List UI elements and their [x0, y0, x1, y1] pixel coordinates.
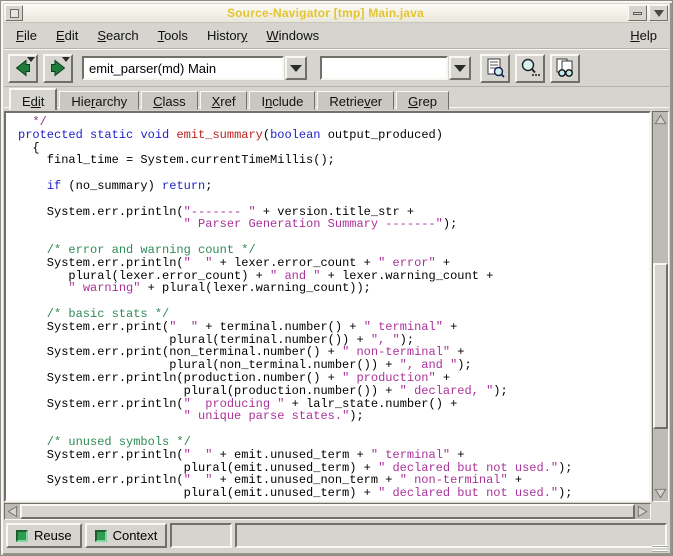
editor-pane: */protected static void emit_summary(boo… [4, 111, 669, 502]
window-menu-icon [10, 9, 19, 18]
document-magnifier-icon [484, 57, 506, 79]
chevron-down-icon [290, 65, 302, 72]
magnifier-icon [519, 57, 541, 79]
forward-button[interactable] [43, 54, 73, 83]
vertical-scroll-trough[interactable] [653, 127, 668, 486]
back-button[interactable] [8, 54, 38, 83]
tab-edit[interactable]: Edit [9, 88, 57, 110]
horizontal-scrollbar[interactable] [4, 503, 651, 520]
context-toggle[interactable]: Context [85, 523, 168, 548]
triangle-right-icon [636, 505, 649, 518]
mnemonic-underline: G [408, 94, 418, 109]
code-line: " Parser Generation Summary -------"); [18, 218, 649, 231]
retriever-button[interactable] [550, 54, 580, 83]
triangle-down-icon [654, 10, 664, 17]
code-line: protected static void emit_summary(boole… [18, 129, 649, 142]
documents-binoculars-icon [554, 57, 576, 79]
horizontal-scroll-thumb[interactable] [20, 504, 635, 519]
resize-grip[interactable] [652, 545, 668, 552]
tab-retriever[interactable]: Retriever [317, 91, 394, 110]
menu-bar: File Edit Search Tools History Windows Help [4, 23, 669, 49]
symbol-combobox: emit_parser(md) Main [82, 56, 307, 80]
mnemonic-underline: r [91, 94, 95, 109]
mnemonic-underline: H [630, 28, 639, 43]
code-editor[interactable]: */protected static void emit_summary(boo… [4, 111, 651, 502]
menu-help[interactable]: Help [630, 28, 657, 43]
scroll-up-button[interactable] [653, 112, 668, 127]
code-line: if (no_summary) return; [18, 180, 649, 193]
reuse-toggle[interactable]: Reuse [6, 523, 82, 548]
menu-file[interactable]: File [16, 28, 37, 43]
minimize-button[interactable] [628, 5, 647, 21]
minimize-icon [633, 12, 642, 15]
mnemonic-underline: T [158, 28, 165, 43]
context-checkbox-indicator [95, 530, 107, 542]
back-history-caret-icon[interactable] [27, 57, 35, 62]
triangle-down-icon [654, 487, 667, 500]
status-panel-line [170, 523, 232, 548]
code-line: final_time = System.currentTimeMillis(); [18, 154, 649, 167]
tab-class[interactable]: Class [141, 91, 198, 110]
code-line: plural(emit.unused_term) + " declared bu… [18, 487, 649, 500]
menu-history[interactable]: History [207, 28, 247, 43]
tab-xref[interactable]: Xref [200, 91, 248, 110]
search-combobox-button[interactable] [449, 56, 471, 80]
symbol-combobox-button[interactable] [285, 56, 307, 80]
menu-tools[interactable]: Tools [158, 28, 188, 43]
window-title: Source-Navigator [tmp] Main.java [23, 6, 628, 20]
mnemonic-underline: X [212, 94, 221, 109]
forward-history-caret-icon[interactable] [62, 57, 70, 62]
mnemonic-underline: E [56, 28, 65, 43]
toolbar: emit_parser(md) Main [4, 49, 669, 87]
code-line: " unique parse states."); [18, 410, 649, 423]
maximize-menu-button[interactable] [649, 5, 668, 21]
mnemonic-underline: di [31, 94, 41, 109]
tab-grep[interactable]: Grep [396, 91, 449, 110]
triangle-left-icon [6, 505, 19, 518]
scroll-left-button[interactable] [5, 504, 20, 519]
title-bar: Source-Navigator [tmp] Main.java [4, 4, 669, 23]
mnemonic-underline: C [153, 94, 162, 109]
search-button[interactable] [515, 54, 545, 83]
symbol-combobox-entry[interactable]: emit_parser(md) Main [82, 56, 284, 80]
mnemonic-underline: v [364, 94, 371, 109]
triangle-up-icon [654, 113, 667, 126]
menu-search[interactable]: Search [97, 28, 138, 43]
status-panel-message [235, 523, 667, 548]
mnemonic-underline: F [16, 28, 24, 43]
search-combobox [320, 56, 471, 80]
mnemonic-underline: n [265, 94, 272, 109]
code-line: " warning" + plural(lexer.warning_count)… [18, 282, 649, 295]
vertical-scrollbar[interactable] [652, 111, 669, 502]
mnemonic-underline: S [97, 28, 106, 43]
search-combobox-entry[interactable] [320, 56, 448, 80]
tab-hierarchy[interactable]: Hierarchy [59, 91, 139, 110]
reuse-checkbox-indicator [16, 530, 28, 542]
editor-view-button[interactable] [480, 54, 510, 83]
view-tabbar: EditHierarchyClassXrefIncludeRetrieverGr… [4, 87, 669, 110]
menu-edit[interactable]: Edit [56, 28, 78, 43]
tab-include[interactable]: Include [249, 91, 315, 110]
reuse-label: Reuse [34, 528, 72, 543]
window-menu-button[interactable] [5, 5, 23, 21]
mnemonic-underline: W [266, 28, 278, 43]
scroll-down-button[interactable] [653, 486, 668, 501]
vertical-scroll-thumb[interactable] [653, 263, 668, 428]
context-label: Context [113, 528, 158, 543]
mnemonic-underline: y [241, 28, 248, 43]
source-navigator-window: Source-Navigator [tmp] Main.java File Edi… [0, 0, 673, 556]
status-bar: Reuse Context [4, 520, 669, 552]
scroll-right-button[interactable] [635, 504, 650, 519]
chevron-down-icon [454, 65, 466, 72]
menu-windows[interactable]: Windows [266, 28, 319, 43]
